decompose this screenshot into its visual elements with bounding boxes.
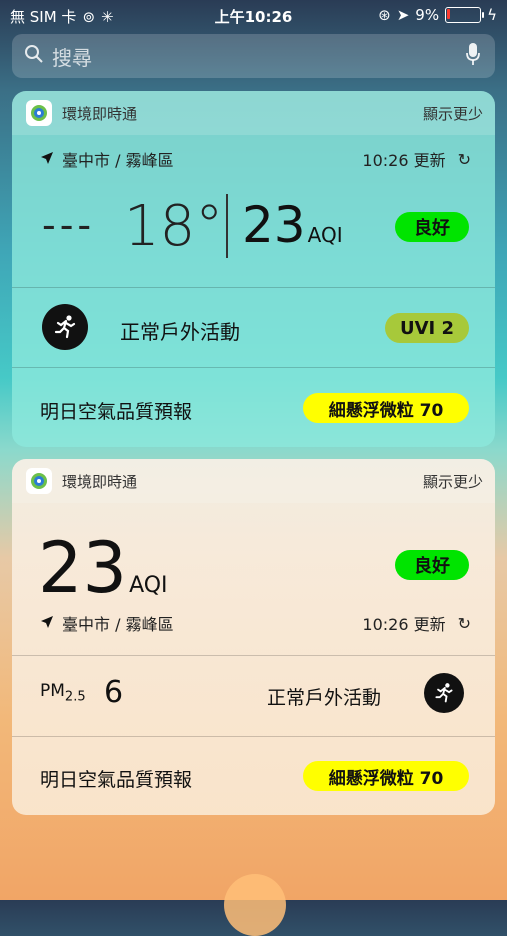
show-less-button[interactable]: 顯示更少: [423, 471, 483, 492]
temperature-value: 18°: [124, 194, 224, 259]
location-arrow-icon: [40, 614, 54, 633]
activity-label: 正常戶外活動: [120, 320, 240, 344]
battery-icon: [445, 7, 485, 23]
activity-label: 正常戶外活動: [267, 687, 382, 709]
app-icon: [26, 468, 52, 494]
refresh-icon[interactable]: ↻: [458, 150, 471, 169]
divider: [12, 655, 495, 656]
search-placeholder[interactable]: 搜尋: [52, 42, 465, 71]
charging-bolt-icon: ϟ: [487, 6, 497, 24]
microphone-icon[interactable]: [465, 42, 481, 71]
updated-time: 10:26 更新: [362, 151, 446, 170]
refresh-icon[interactable]: ↻: [458, 614, 471, 633]
environment-widget-expanded[interactable]: 環境即時通 顯示更少 臺中市 / 霧峰區 10:26 更新 ↻ --- 18° …: [12, 91, 495, 447]
battery-percent: 9%: [415, 6, 440, 24]
aqi-value: 23AQI: [242, 196, 343, 254]
app-icon: [26, 100, 52, 126]
aqi-value: 23AQI: [38, 527, 168, 609]
location-label: 臺中市 / 霧峰區: [62, 151, 174, 170]
aqi-unit: AQI: [129, 573, 168, 598]
location-arrow-icon: [40, 150, 54, 169]
aqi-status-badge: 良好: [395, 212, 469, 242]
search-bar[interactable]: 搜尋: [12, 34, 495, 78]
location-arrow-icon: ➤: [396, 6, 410, 24]
tomorrow-forecast-badge: 細懸浮微粒 70: [303, 761, 469, 791]
edit-button[interactable]: [224, 874, 286, 936]
status-bar: 無 SIM 卡 ⊚ ✳ 上午10:26 ⊛ ➤ 9% ϟ: [0, 0, 507, 30]
divider: [12, 287, 495, 288]
divider: [12, 367, 495, 368]
aqi-unit: AQI: [307, 223, 343, 247]
environment-widget-compact[interactable]: 環境即時通 顯示更少 23AQI 良好 臺中市 / 霧峰區 10:26 更新 ↻…: [12, 459, 495, 815]
location-row: 臺中市 / 霧峰區 10:26 更新 ↻: [40, 611, 471, 635]
updated-time: 10:26 更新: [362, 615, 446, 634]
rotation-lock-icon: ⊛: [378, 6, 391, 24]
location-row: 臺中市 / 霧峰區 10:26 更新 ↻: [40, 147, 471, 171]
tomorrow-forecast-badge: 細懸浮微粒 70: [303, 393, 469, 423]
pm25-value: 6: [104, 675, 124, 710]
divider: [226, 194, 228, 258]
aqi-status-badge: 良好: [395, 550, 469, 580]
temperature-placeholder: ---: [42, 203, 96, 247]
tomorrow-forecast-label: 明日空氣品質預報: [40, 769, 193, 791]
uvi-badge: UVI 2: [385, 313, 469, 343]
app-name: 環境即時通: [62, 472, 138, 491]
runner-icon: [424, 673, 464, 713]
widget-header: 環境即時通 顯示更少: [12, 91, 495, 135]
runner-icon: [42, 304, 88, 350]
divider: [12, 736, 495, 737]
tomorrow-forecast-label: 明日空氣品質預報: [40, 401, 193, 423]
location-label: 臺中市 / 霧峰區: [62, 615, 174, 634]
pm25-label: PM2.5: [40, 681, 86, 705]
show-less-button[interactable]: 顯示更少: [423, 103, 483, 124]
search-icon: [24, 44, 44, 69]
app-name: 環境即時通: [62, 104, 138, 123]
widget-header: 環境即時通 顯示更少: [12, 459, 495, 503]
